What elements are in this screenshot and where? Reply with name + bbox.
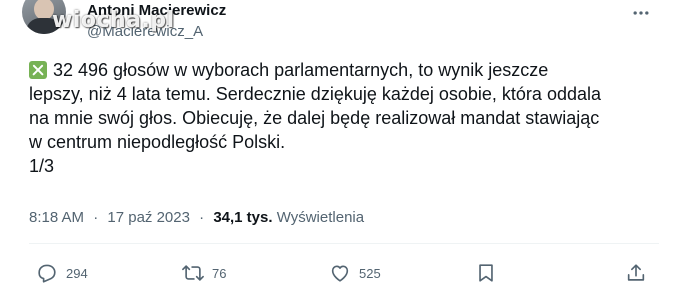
like-button[interactable]: 525 [329, 262, 381, 284]
share-button[interactable] [625, 262, 647, 284]
action-bar: 294 76 525 [0, 256, 674, 292]
retweet-count: 76 [212, 265, 227, 281]
watermark: wiocha.pl [52, 8, 175, 33]
reply-count: 294 [66, 265, 88, 281]
tweet-time[interactable]: 8:18 AM [29, 209, 84, 226]
retweet-icon [182, 265, 204, 281]
heart-icon [331, 265, 349, 282]
tweet-body: 32 496 głosów w wyborach parlamentarnych… [29, 60, 601, 176]
more-options-button[interactable] [631, 3, 651, 23]
share-icon [627, 264, 645, 281]
reply-button[interactable]: 294 [36, 262, 88, 284]
divider [29, 243, 659, 244]
bookmark-icon [479, 264, 493, 282]
check-mark-icon [29, 61, 47, 79]
tweet-date[interactable]: 17 paź 2023 [107, 209, 190, 226]
tweet-header: Antoni Macierewicz @Macierewicz_A wiocha… [0, 0, 674, 52]
avatar-face [34, 0, 54, 20]
meta-separator: · [199, 209, 205, 226]
tweet-meta: 8:18 AM · 17 paź 2023 · 34,1 tys. Wyświe… [29, 209, 364, 226]
views-label: Wyświetlenia [276, 209, 365, 226]
meta-separator: · [93, 209, 99, 226]
views-count[interactable]: 34,1 tys. [213, 209, 272, 226]
like-count: 525 [359, 265, 381, 281]
retweet-button[interactable]: 76 [182, 262, 226, 284]
tweet-text: 32 496 głosów w wyborach parlamentarnych… [29, 58, 649, 178]
reply-icon [38, 264, 56, 283]
more-icon [633, 11, 649, 15]
bookmark-button[interactable] [475, 262, 497, 284]
